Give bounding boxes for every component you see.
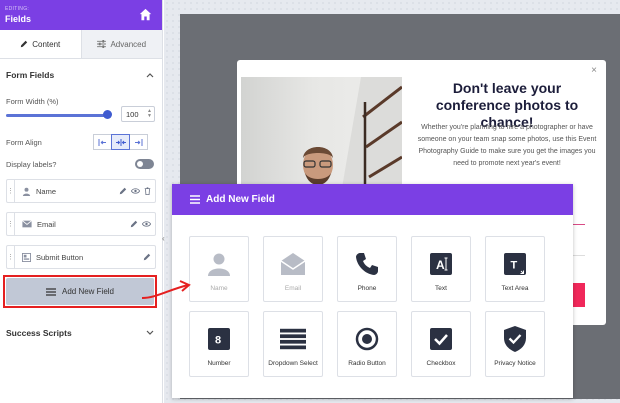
tile-label: Privacy Notice: [494, 360, 536, 367]
align-right-button[interactable]: [129, 134, 148, 150]
form-width-input[interactable]: 100 ▲ ▼: [121, 106, 155, 122]
trash-icon[interactable]: [144, 187, 151, 195]
close-icon[interactable]: ×: [591, 65, 597, 76]
tile-number[interactable]: 8 Number: [189, 311, 249, 377]
popup-body-text: Whether you're planning to hire a photog…: [417, 124, 597, 167]
text-icon: A: [430, 253, 452, 275]
editing-label: EDITING:: [5, 6, 30, 12]
popup-submit-edge: [572, 283, 585, 307]
align-left-button[interactable]: [93, 134, 112, 150]
textarea-icon: T: [504, 253, 526, 275]
tile-label: Checkbox: [426, 360, 456, 367]
align-right-icon: [135, 138, 143, 146]
envelope-icon: [22, 220, 32, 228]
number-icon-glyph: 8: [215, 335, 221, 347]
form-width-label: Form Width (%): [6, 97, 59, 106]
dropdown-icon: [280, 328, 306, 350]
drag-handle-icon[interactable]: ⋮: [7, 180, 15, 202]
align-center-icon: [115, 138, 126, 146]
red-arrow-icon: [141, 280, 191, 299]
form-fields-title: Form Fields: [6, 70, 55, 80]
tile-privacy-notice[interactable]: Privacy Notice: [485, 311, 545, 377]
form-width-slider-track[interactable]: [6, 114, 106, 117]
phone-icon: [356, 253, 378, 275]
tile-label: Radio Button: [348, 360, 386, 367]
field-label: Email: [37, 219, 56, 229]
form-width-value: 100: [126, 109, 139, 119]
edit-icon[interactable]: [130, 220, 138, 228]
tile-label: Email: [284, 285, 302, 292]
align-center-button[interactable]: [111, 134, 130, 150]
tile-name: Name: [189, 236, 249, 302]
drag-handle-icon[interactable]: ⋮: [7, 213, 15, 235]
form-width-slider-handle[interactable]: [103, 110, 112, 119]
popup-input-line: [572, 224, 585, 225]
edit-icon[interactable]: [143, 253, 151, 261]
collapse-sidebar-icon[interactable]: ‹: [162, 234, 168, 246]
form-align-label: Form Align: [6, 138, 42, 147]
sidebar: EDITING: Fields Content Advanced Form Fi…: [0, 0, 163, 403]
field-label: Name: [36, 186, 57, 196]
pencil-icon: [21, 40, 28, 48]
tile-label: Text Area: [501, 285, 529, 292]
tab-advanced-label: Advanced: [110, 39, 147, 49]
user-icon: [22, 187, 31, 196]
chevron-down-icon: [146, 330, 154, 335]
tile-label: Phone: [357, 285, 377, 292]
shield-check-icon: [504, 326, 526, 352]
tile-dropdown-select[interactable]: Dropdown Select: [263, 311, 323, 377]
tile-checkbox[interactable]: Checkbox: [411, 311, 471, 377]
add-new-field-modal: Add New Field Name Email Phone A Text T …: [172, 184, 573, 398]
envelope-icon: [280, 253, 306, 275]
tile-phone[interactable]: Phone: [337, 236, 397, 302]
display-labels-label: Display labels?: [6, 160, 57, 169]
tile-label: Number: [207, 360, 231, 367]
tile-label: Name: [210, 285, 228, 292]
sidebar-title: Fields: [5, 14, 32, 24]
tile-radio-button[interactable]: Radio Button: [337, 311, 397, 377]
checkbox-icon: [430, 328, 452, 350]
person-icon: [208, 253, 230, 276]
form-fields-section[interactable]: Form Fields: [6, 70, 154, 80]
tile-text[interactable]: A Text: [411, 236, 471, 302]
tab-advanced[interactable]: Advanced: [80, 30, 162, 58]
field-type-grid: Name Email Phone A Text T Text Area 8 Nu…: [189, 236, 545, 377]
tab-content[interactable]: Content: [0, 30, 81, 58]
modal-title: Add New Field: [206, 194, 275, 205]
tile-text-area[interactable]: T Text Area: [485, 236, 545, 302]
textarea-icon-glyph: T: [511, 260, 518, 272]
popup-input-line: [572, 255, 585, 256]
home-icon[interactable]: [139, 8, 152, 21]
tile-email: Email: [263, 236, 323, 302]
field-row-submit-button[interactable]: ⋮ Submit Button: [6, 245, 156, 269]
eye-icon[interactable]: [131, 187, 140, 195]
sidebar-header: EDITING: Fields: [0, 0, 162, 30]
text-icon-glyph: A: [436, 258, 445, 272]
radio-icon: [355, 327, 379, 351]
sidebar-tabs: Content Advanced: [0, 30, 162, 59]
align-left-icon: [98, 138, 106, 146]
sliders-icon: [97, 40, 107, 48]
field-row-email[interactable]: ⋮ Email: [6, 212, 156, 236]
tile-label: Dropdown Select: [268, 360, 318, 367]
form-align-group: [93, 134, 148, 150]
chevron-up-icon: [146, 73, 154, 78]
list-icon: [190, 195, 200, 204]
edit-icon[interactable]: [119, 187, 127, 195]
field-label: Submit Button: [36, 252, 84, 262]
drag-handle-icon[interactable]: ⋮: [7, 246, 15, 268]
spinner-arrows-icon[interactable]: ▲ ▼: [147, 109, 152, 119]
field-row-name[interactable]: ⋮ Name: [6, 179, 156, 203]
tab-content-label: Content: [32, 39, 61, 49]
number-icon: 8: [208, 328, 230, 350]
display-labels-toggle[interactable]: [135, 159, 154, 169]
button-icon: [22, 252, 31, 262]
eye-icon[interactable]: [142, 220, 151, 228]
success-scripts-section[interactable]: Success Scripts: [6, 328, 154, 338]
tile-label: Text: [435, 285, 447, 292]
success-scripts-title: Success Scripts: [6, 328, 72, 338]
modal-header: Add New Field: [172, 184, 573, 215]
highlight-box: [3, 275, 157, 308]
